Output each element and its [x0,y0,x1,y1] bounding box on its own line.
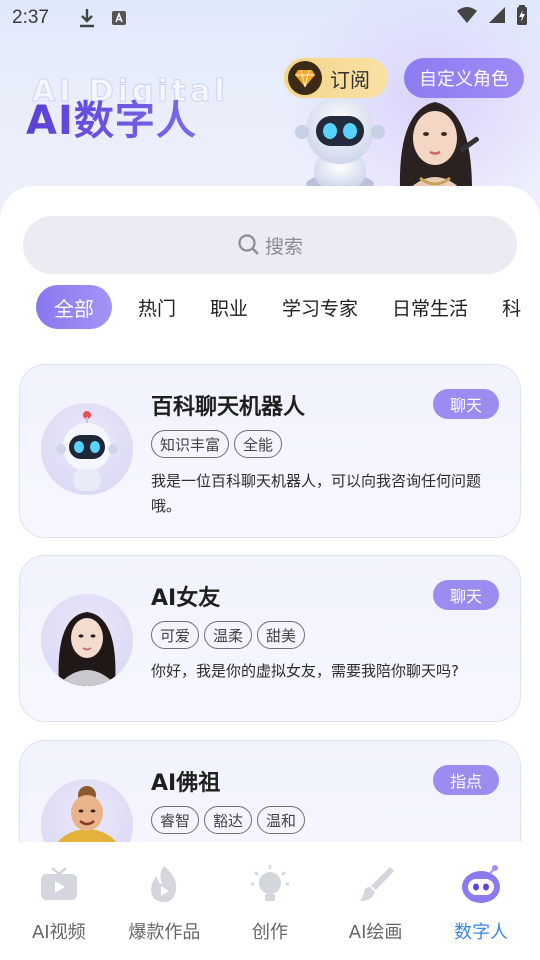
tag: 全能 [234,430,283,458]
status-time: 2:37 [12,7,49,28]
nav-label: AI绘画 [348,922,403,943]
search-placeholder: 搜索 [264,235,303,258]
tag: 温和 [257,806,306,834]
category-tabs: 全部 热门 职业 学习专家 日常生活 科 [36,284,540,330]
nav-label: 创作 [251,922,288,943]
content-sheet: 搜索 全部 热门 职业 学习专家 日常生活 科 百科聊天机器人 聊天 知识丰富 … [0,186,540,846]
brush-icon [359,867,394,901]
nav-label: 数字人 [454,922,509,943]
tag: 豁达 [204,806,253,834]
robot-icon [462,865,501,903]
search-input[interactable]: 搜索 [23,216,517,274]
card-tags: 睿智 豁达 温和 [151,806,306,834]
keyboard-a-icon [111,10,127,26]
tab-science[interactable]: 科 [502,294,521,321]
fire-icon [151,866,177,902]
subscribe-label: 订阅 [330,67,370,92]
tag: 可爱 [151,621,200,649]
card-badge[interactable]: 聊天 [433,389,499,419]
card-tags: 可爱 温柔 甜美 [151,621,306,649]
card-title: 百科聊天机器人 [151,395,306,420]
list-item[interactable]: 百科聊天机器人 聊天 知识丰富 全能 我是一位百科聊天机器人，可以向我咨询任何问… [19,364,521,538]
card-title: AI佛祖 [151,771,221,796]
girl-avatar-icon [41,594,133,686]
tag: 睿智 [151,806,200,834]
nav-create[interactable]: 创作 [218,842,322,960]
nav-digital-human[interactable]: 数字人 [429,842,533,960]
nav-label: AI视频 [31,922,86,943]
buddha-avatar-icon [41,779,133,846]
nav-ai-painting[interactable]: AI绘画 [324,842,428,960]
tag: 知识丰富 [151,430,230,458]
nav-hot-works[interactable]: 爆款作品 [112,842,216,960]
card-tags: 知识丰富 全能 [151,430,283,458]
card-badge[interactable]: 指点 [433,765,499,795]
signal-icon [488,6,506,30]
wifi-icon [456,6,478,30]
nav-ai-video[interactable]: AI视频 [7,842,111,960]
robot-avatar-icon [41,403,133,495]
tab-hot[interactable]: 热门 [138,294,176,321]
tab-all[interactable]: 全部 [36,285,112,329]
card-description: 我是一位百科聊天机器人，可以向我咨询任何问题哦。 [151,472,482,515]
subscribe-button[interactable]: 订阅 [284,58,388,98]
tab-career[interactable]: 职业 [210,294,248,321]
list-item[interactable]: AI佛祖 指点 睿智 豁达 温和 [19,740,521,846]
vip-diamond-icon [288,61,322,95]
card-badge[interactable]: 聊天 [433,580,499,610]
card-title: AI女友 [151,586,221,611]
card-description: 你好，我是你的虚拟女友，需要我陪你聊天吗? [151,662,459,680]
page-title: AI数字人 [26,88,197,146]
bottom-nav: AI视频 爆款作品 创作 AI绘画 数字人 [0,842,540,960]
status-bar: 2:37 [0,0,540,36]
bulb-icon [250,865,289,901]
custom-role-button[interactable]: 自定义角色 [404,58,524,98]
battery-icon [516,5,528,31]
video-icon [40,867,77,900]
download-icon [79,8,95,28]
list-item[interactable]: AI女友 聊天 可爱 温柔 甜美 你好，我是你的虚拟女友，需要我陪你聊天吗? [19,555,521,722]
nav-label: 爆款作品 [128,922,201,943]
tag: 甜美 [257,621,306,649]
search-icon [238,234,259,255]
tag: 温柔 [204,621,253,649]
tab-daily-life[interactable]: 日常生活 [392,294,468,321]
tab-study-expert[interactable]: 学习专家 [282,294,358,321]
